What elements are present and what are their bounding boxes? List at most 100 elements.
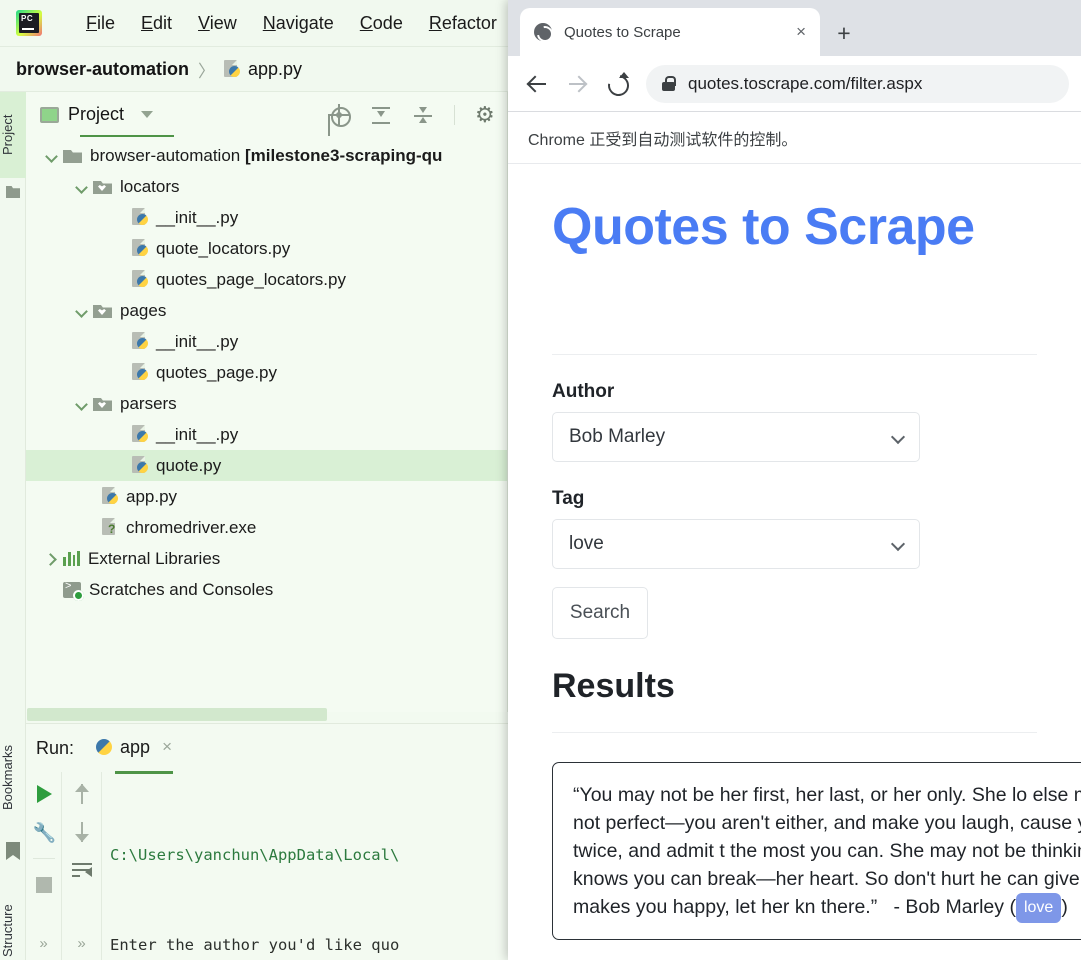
project-panel-toolbar: [328, 103, 497, 127]
scrollbar-thumb[interactable]: [27, 708, 327, 721]
browser-tab-strip: Quotes to Scrape × +: [508, 0, 1081, 56]
menu-item-file[interactable]: File: [86, 13, 115, 34]
chrome-browser-window: Quotes to Scrape × + quotes.toscrape.com…: [508, 0, 1081, 960]
sidebar-tab-bookmarks-label: Bookmarks: [0, 744, 15, 810]
quote-author: - Bob Marley: [893, 895, 1005, 918]
tree-item-app-py[interactable]: app.py: [26, 481, 507, 512]
reload-icon[interactable]: [600, 67, 634, 101]
menu-item-navigate[interactable]: Navigate: [263, 13, 334, 34]
soft-wrap-icon[interactable]: [70, 858, 94, 882]
tree-item-quote-locators[interactable]: quote_locators.py: [26, 233, 507, 264]
run-console-output[interactable]: C:\Users\yanchun\AppData\Local\ Enter th…: [102, 772, 508, 960]
locate-file-icon[interactable]: [328, 103, 351, 127]
project-panel-title: Project: [68, 104, 125, 124]
project-tree: browser-automation [milestone3-scraping-…: [26, 137, 507, 605]
browser-tab[interactable]: Quotes to Scrape ×: [520, 8, 820, 56]
forward-arrow-icon[interactable]: [560, 67, 594, 101]
console-actions-gutter: »: [62, 772, 102, 960]
back-arrow-icon[interactable]: [520, 67, 554, 101]
menu-item-refactor[interactable]: Refactor: [429, 13, 497, 34]
pycharm-logo-icon: PC: [16, 10, 42, 36]
chevron-down-icon[interactable]: [74, 179, 90, 195]
python-icon: [96, 739, 113, 755]
tree-item-quotes-page-locators[interactable]: quotes_page_locators.py: [26, 264, 507, 295]
paren-open: (: [1009, 895, 1016, 918]
tree-item-parsers[interactable]: parsers: [26, 388, 507, 419]
run-panel-body: » » C:\Users\yanchun\AppData\Local\ Ente…: [26, 772, 508, 960]
browser-tab-title: Quotes to Scrape: [564, 23, 681, 41]
run-tab-app[interactable]: app ×: [96, 737, 172, 760]
menu-items: File Edit View Navigate Code Refactor Ru: [86, 13, 546, 34]
chevron-down-icon[interactable]: [74, 303, 90, 319]
sidebar-tab-bookmarks[interactable]: Bookmarks: [0, 718, 26, 836]
collapse-all-icon[interactable]: [412, 104, 434, 126]
scratches-icon: [63, 580, 84, 601]
settings-gear-icon[interactable]: [475, 104, 497, 126]
tree-item-label: quotes_page_locators.py: [156, 269, 346, 289]
wrench-icon[interactable]: [32, 820, 57, 845]
chevron-down-icon[interactable]: [141, 111, 154, 118]
tree-item-locators[interactable]: locators: [26, 171, 507, 202]
sidebar-tab-structure[interactable]: Structure: [0, 878, 26, 960]
gutter-overflow-right[interactable]: »: [77, 935, 85, 960]
menu-item-edit[interactable]: Edit: [141, 13, 172, 34]
quote-tag-badge[interactable]: love: [1015, 892, 1062, 923]
tree-item-browser-automation[interactable]: browser-automation [milestone3-scraping-…: [26, 140, 507, 171]
tree-item-scratches[interactable]: Scratches and Consoles: [26, 574, 507, 605]
tree-item-quote-py[interactable]: quote.py: [26, 450, 507, 481]
tree-item-quotes-page[interactable]: quotes_page.py: [26, 357, 507, 388]
author-label: Author: [552, 380, 615, 402]
expand-all-icon[interactable]: [370, 104, 392, 126]
tree-item-label: Scratches and Consoles: [89, 579, 274, 599]
scroll-down-icon[interactable]: [70, 820, 94, 844]
close-icon[interactable]: ×: [786, 22, 806, 42]
divider: [552, 731, 1037, 733]
run-icon[interactable]: [32, 782, 56, 806]
tree-item-label: __init__.py: [156, 424, 239, 444]
tree-item-label: locators: [120, 176, 180, 196]
tree-item-label: chromedriver.exe: [126, 517, 257, 537]
source-folder-icon: [93, 180, 112, 194]
console-line-path: C:\Users\yanchun\AppData\Local\: [110, 846, 400, 864]
breadcrumb-project[interactable]: browser-automation: [16, 59, 189, 80]
menu-item-view[interactable]: View: [198, 13, 237, 34]
chevron-right-icon[interactable]: [44, 551, 60, 567]
search-button[interactable]: Search: [552, 586, 648, 639]
python-file-icon: [132, 332, 149, 351]
tag-label: Tag: [552, 487, 585, 509]
source-folder-icon: [93, 304, 112, 318]
scroll-up-icon[interactable]: [70, 782, 94, 806]
chevron-down-icon[interactable]: [44, 148, 60, 164]
menu-item-code[interactable]: Code: [360, 13, 403, 34]
chevron-down-icon[interactable]: [74, 396, 90, 412]
tree-item-chromedriver[interactable]: chromedriver.exe: [26, 512, 507, 543]
python-file-icon: [132, 425, 149, 444]
tree-item-pages[interactable]: pages: [26, 295, 507, 326]
stop-icon[interactable]: [32, 873, 56, 897]
left-tool-strip: Project Bookmarks Structure »: [0, 92, 26, 960]
new-tab-button[interactable]: +: [830, 20, 858, 48]
address-bar[interactable]: quotes.toscrape.com/filter.aspx: [646, 64, 1069, 103]
author-select[interactable]: Bob Marley: [552, 411, 920, 462]
sidebar-tab-structure-label: Structure: [0, 904, 15, 958]
tag-select[interactable]: love: [552, 518, 920, 569]
close-icon[interactable]: ×: [162, 737, 172, 757]
tree-item-external-libraries[interactable]: External Libraries: [26, 543, 507, 574]
quote-card: “You may not be her first, her last, or …: [552, 761, 1081, 940]
run-panel-label: Run:: [36, 737, 75, 758]
results-heading: Results: [552, 666, 675, 705]
chevron-down-icon: [890, 536, 906, 551]
divider: [552, 353, 1037, 355]
tree-item-pages-init[interactable]: __init__.py: [26, 326, 507, 357]
folder-icon: [6, 185, 20, 198]
sidebar-tab-project[interactable]: Project: [0, 92, 26, 178]
project-tree-hscrollbar[interactable]: [27, 707, 507, 722]
python-file-icon: [224, 59, 241, 79]
unknown-file-icon: [102, 518, 119, 537]
browser-toolbar: quotes.toscrape.com/filter.aspx: [508, 56, 1081, 112]
automation-notice-text: Chrome 正受到自动测试软件的控制。: [528, 131, 798, 149]
gutter-overflow-left[interactable]: »: [39, 935, 47, 960]
tree-item-locators-init[interactable]: __init__.py: [26, 202, 507, 233]
tree-item-parsers-init[interactable]: __init__.py: [26, 419, 507, 450]
breadcrumb-file[interactable]: app.py: [248, 59, 302, 80]
